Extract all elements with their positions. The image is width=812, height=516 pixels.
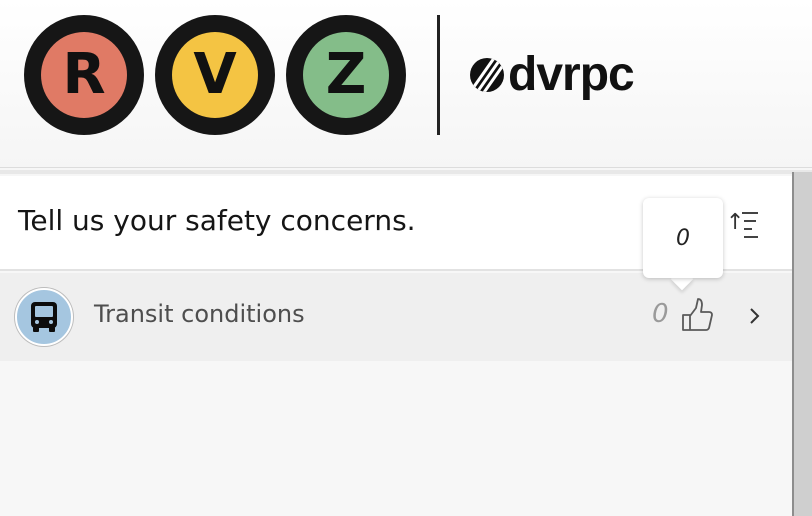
panel-title: Tell us your safety concerns. — [18, 204, 416, 237]
like-button[interactable] — [680, 295, 714, 335]
item-label: Transit conditions — [94, 300, 305, 328]
dvrpc-logo: dvrpc — [470, 48, 635, 101]
thumbs-up-icon — [682, 298, 713, 331]
vote-count: 0 — [652, 299, 669, 329]
rvz-logo-badge-r: R — [24, 15, 144, 135]
dvrpc-wordmark: dvrpc — [508, 48, 635, 101]
badge-letter-r: R — [41, 32, 127, 118]
logo-divider — [437, 15, 440, 135]
rvz-logo-badge-z: Z — [286, 15, 406, 135]
category-avatar — [15, 288, 73, 346]
chevron-right-icon[interactable] — [744, 301, 766, 331]
app-header: R V Z dvrpc — [0, 0, 812, 168]
rvz-logo-badge-v: V — [155, 15, 275, 135]
badge-letter-z: Z — [303, 32, 389, 118]
map-edge — [792, 172, 812, 516]
sort-button[interactable]: ↑ — [724, 206, 768, 246]
bus-icon — [31, 302, 57, 332]
header-divider — [0, 170, 812, 174]
dvrpc-mark-icon — [470, 58, 504, 92]
badge-letter-v: V — [172, 32, 258, 118]
vote-count-tooltip: 0 — [643, 198, 723, 278]
list-item-transit-conditions[interactable]: Transit conditions 0 — [0, 273, 792, 361]
